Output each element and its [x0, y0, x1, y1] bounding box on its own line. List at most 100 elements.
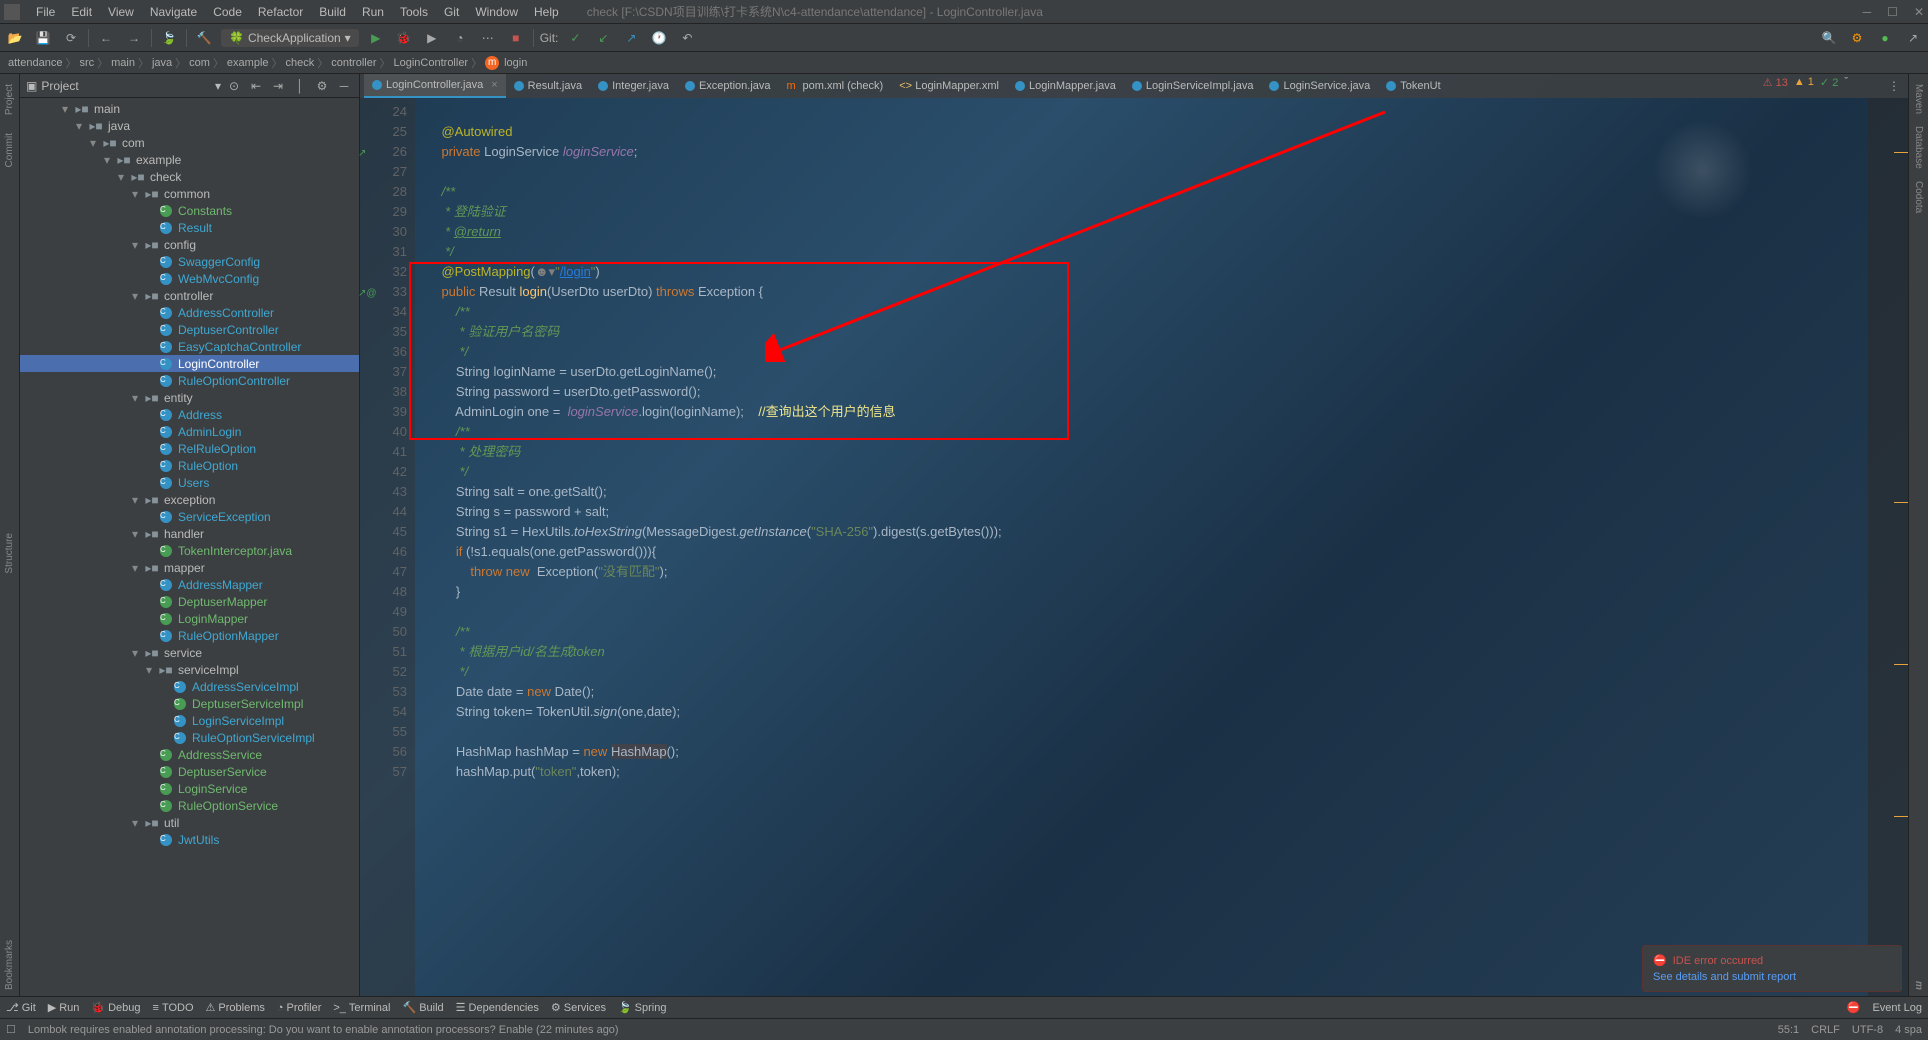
bottom-tab-debug[interactable]: 🐞 Debug [91, 1001, 140, 1014]
tree-item-deptusercontroller[interactable]: CDeptuserController [20, 321, 359, 338]
tree-item-serviceexception[interactable]: CServiceException [20, 508, 359, 525]
line-number[interactable]: 37 [360, 362, 407, 382]
gear-icon[interactable]: ⚙ [313, 77, 331, 95]
line-number[interactable]: 45 [360, 522, 407, 542]
gutter-run-icon[interactable]: ↗@ [358, 284, 377, 304]
bottom-tab-terminal[interactable]: >_ Terminal [333, 1002, 390, 1014]
menu-window[interactable]: Window [467, 5, 526, 19]
tree-item-controller[interactable]: ▾▸■controller [20, 287, 359, 304]
debug-icon[interactable]: 🐞 [393, 27, 415, 49]
tree-item-adminlogin[interactable]: CAdminLogin [20, 423, 359, 440]
tree-item-loginmapper[interactable]: CLoginMapper [20, 610, 359, 627]
tool-tab-structure[interactable]: Structure [2, 527, 17, 580]
tree-item-jwtutils[interactable]: CJwtUtils [20, 831, 359, 848]
line-number[interactable]: 56 [360, 742, 407, 762]
tree-item-constants[interactable]: CConstants [20, 202, 359, 219]
build-icon[interactable]: 🔨 [193, 27, 215, 49]
line-number[interactable]: 41 [360, 442, 407, 462]
tree-item-users[interactable]: CUsers [20, 474, 359, 491]
code-line[interactable]: String s1 = HexUtils.toHexString(Message… [427, 522, 1868, 542]
code-line[interactable]: String salt = one.getSalt(); [427, 482, 1868, 502]
open-icon[interactable]: 📂 [4, 27, 26, 49]
editor-inspection-status[interactable]: ⚠ 13 ▲ 1 ✓ 2 ˇ [1763, 76, 1848, 89]
tree-item-deptusermapper[interactable]: CDeptuserMapper [20, 593, 359, 610]
settings-icon[interactable]: ⚙ [1846, 27, 1868, 49]
menu-help[interactable]: Help [526, 5, 567, 19]
line-number[interactable]: 32 [360, 262, 407, 282]
menu-git[interactable]: Git [436, 5, 467, 19]
reload-icon[interactable]: ⟳ [60, 27, 82, 49]
code-line[interactable]: @Autowired [427, 122, 1868, 142]
git-history-icon[interactable]: 🕐 [648, 27, 670, 49]
menu-edit[interactable]: Edit [63, 5, 100, 19]
back-icon[interactable]: ← [95, 27, 117, 49]
code-line[interactable]: * @return [427, 222, 1868, 242]
code-editor[interactable]: 242526↗27282930313233↗@34353637383940414… [360, 98, 1908, 996]
line-number[interactable]: 27 [360, 162, 407, 182]
tab-loginmapper-java[interactable]: LoginMapper.java [1007, 74, 1124, 98]
code-line[interactable]: */ [427, 242, 1868, 262]
event-log-button[interactable]: Event Log [1872, 1002, 1922, 1014]
run-config-select[interactable]: 🍀 CheckApplication ▾ [221, 29, 359, 47]
code-line[interactable]: /** [427, 302, 1868, 322]
chevron-icon[interactable]: ˇ [1844, 76, 1848, 89]
git-push-icon[interactable]: ↗ [620, 27, 642, 49]
tree-item-easycaptchacontroller[interactable]: CEasyCaptchaController [20, 338, 359, 355]
tool-tab-project[interactable]: Project [2, 78, 17, 121]
minimize-icon[interactable]: ─ [1863, 5, 1872, 19]
line-number[interactable]: 51 [360, 642, 407, 662]
code-line[interactable]: if (!s1.equals(one.getPassword())){ [427, 542, 1868, 562]
project-tree[interactable]: ▾▸■main▾▸■java▾▸■com▾▸■example▾▸■check▾▸… [20, 98, 359, 996]
tree-item-address[interactable]: CAddress [20, 406, 359, 423]
breadcrumb-item[interactable]: java [152, 57, 172, 69]
tree-item-ruleoptioncontroller[interactable]: CRuleOptionController [20, 372, 359, 389]
tree-item-config[interactable]: ▾▸■config [20, 236, 359, 253]
line-number[interactable]: 24 [360, 102, 407, 122]
divider-icon[interactable]: │ [291, 77, 309, 95]
tree-item-addressmapper[interactable]: CAddressMapper [20, 576, 359, 593]
tree-item-service[interactable]: ▾▸■service [20, 644, 359, 661]
tree-item-logincontroller[interactable]: CLoginController [20, 355, 359, 372]
tree-item-handler[interactable]: ▾▸■handler [20, 525, 359, 542]
tabs-more-icon[interactable]: ⋮ [1880, 79, 1908, 93]
tree-item-common[interactable]: ▾▸■common [20, 185, 359, 202]
tree-item-deptuserserviceimpl[interactable]: CDeptuserServiceImpl [20, 695, 359, 712]
forward-icon[interactable]: → [123, 27, 145, 49]
tree-item-serviceimpl[interactable]: ▾▸■serviceImpl [20, 661, 359, 678]
indent[interactable]: 4 spa [1895, 1024, 1922, 1036]
tree-item-ruleoptionmapper[interactable]: CRuleOptionMapper [20, 627, 359, 644]
menu-code[interactable]: Code [205, 5, 250, 19]
line-number[interactable]: 50 [360, 622, 407, 642]
line-number[interactable]: 48 [360, 582, 407, 602]
line-number[interactable]: 40 [360, 422, 407, 442]
line-number[interactable]: 29 [360, 202, 407, 222]
menu-navigate[interactable]: Navigate [142, 5, 205, 19]
code-line[interactable]: AdminLogin one = loginService.login(logi… [427, 402, 1868, 422]
search-icon[interactable]: 🔍 [1818, 27, 1840, 49]
line-number[interactable]: 38 [360, 382, 407, 402]
tree-item-relruleoption[interactable]: CRelRuleOption [20, 440, 359, 457]
tab-exception-java[interactable]: Exception.java [677, 74, 779, 98]
stop-icon[interactable]: ■ [505, 27, 527, 49]
maximize-icon[interactable]: ☐ [1887, 5, 1898, 19]
breadcrumb-item[interactable]: LoginController [394, 57, 469, 69]
tab-integer-java[interactable]: Integer.java [590, 74, 677, 98]
bottom-tab-run[interactable]: ▶ Run [48, 1001, 80, 1014]
hide-icon[interactable]: ─ [335, 77, 353, 95]
tree-item-webmvcconfig[interactable]: CWebMvcConfig [20, 270, 359, 287]
line-number[interactable]: 47 [360, 562, 407, 582]
bottom-tab-spring[interactable]: 🍃 Spring [618, 1001, 667, 1014]
line-number[interactable]: 44 [360, 502, 407, 522]
line-number[interactable]: 26↗ [360, 142, 407, 162]
expand-icon[interactable]: ⇥ [269, 77, 287, 95]
run-icon[interactable]: ▶ [365, 27, 387, 49]
code-line[interactable]: @PostMapping(☻▾"/login") [427, 262, 1868, 282]
code-line[interactable]: */ [427, 662, 1868, 682]
tree-item-loginserviceimpl[interactable]: CLoginServiceImpl [20, 712, 359, 729]
breadcrumb-item[interactable]: check [286, 57, 315, 69]
code-line[interactable]: /** [427, 622, 1868, 642]
bottom-tab-dependencies[interactable]: ☰ Dependencies [456, 1001, 539, 1014]
tab-result-java[interactable]: Result.java [506, 74, 590, 98]
breadcrumb-item[interactable]: main [111, 57, 135, 69]
breadcrumb-item[interactable]: src [79, 57, 94, 69]
